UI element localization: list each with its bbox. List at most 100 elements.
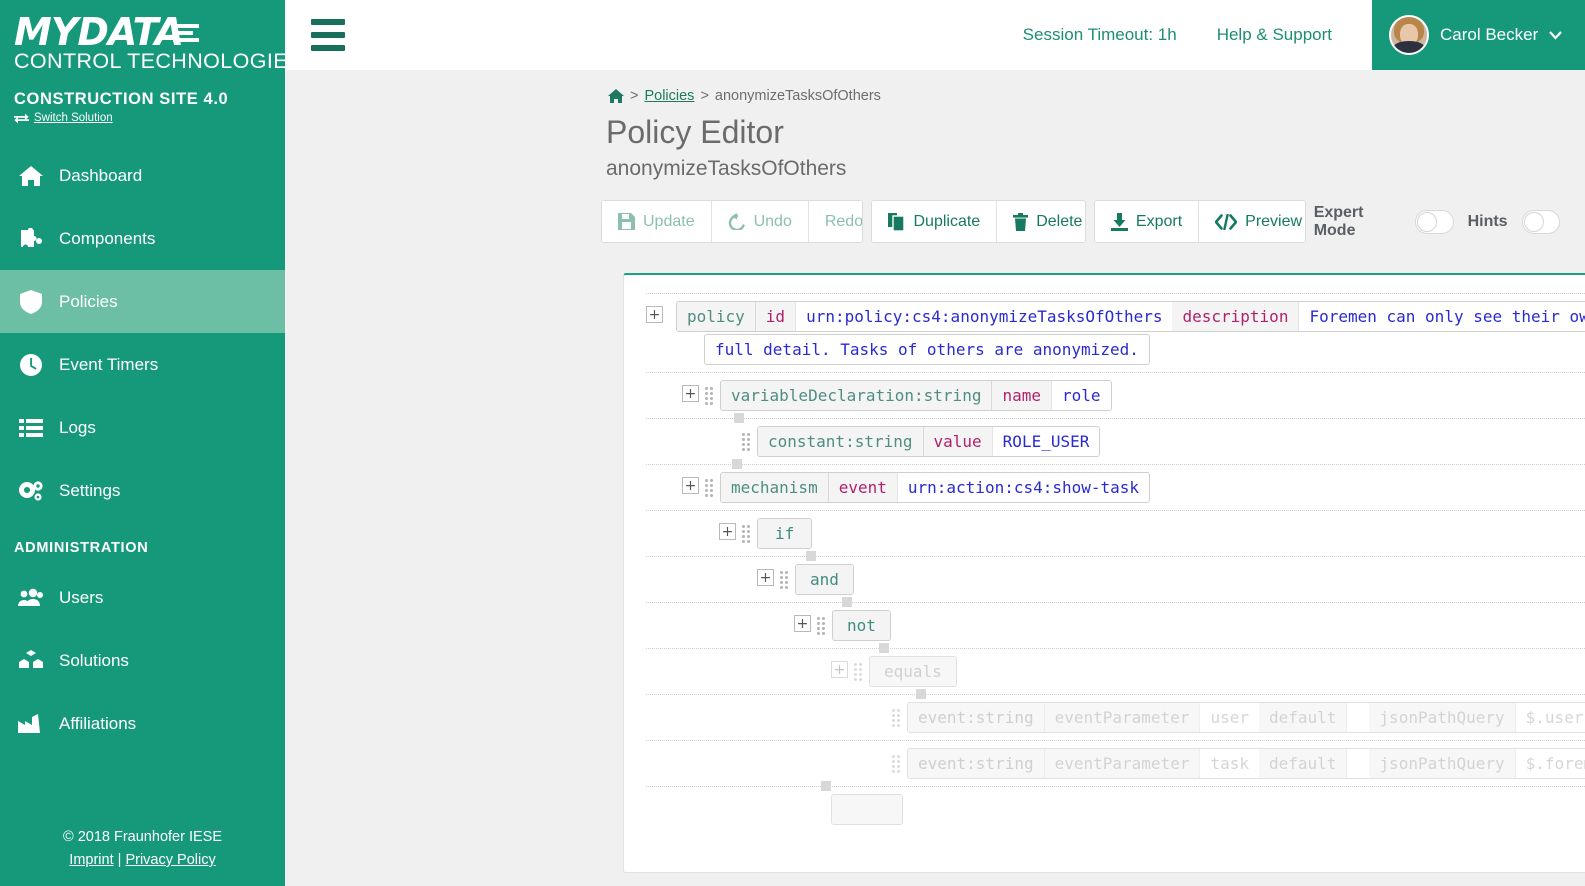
drag-handle-icon[interactable]: [705, 387, 715, 405]
token-variable-declaration[interactable]: variableDeclaration:string name role: [720, 380, 1112, 411]
breadcrumb-policies-link[interactable]: Policies: [644, 88, 694, 104]
tree-node-mechanism[interactable]: + mechanism event urn:action:cs4:show-ta…: [624, 465, 1585, 510]
update-button[interactable]: Update: [602, 201, 712, 242]
token-value-event-parameter: task: [1200, 749, 1259, 778]
expert-mode-toggle[interactable]: [1415, 209, 1454, 234]
drag-handle-icon[interactable]: [854, 663, 864, 681]
drag-handle-icon[interactable]: [892, 709, 902, 727]
help-support-link[interactable]: Help & Support: [1217, 25, 1332, 45]
tree-separator: [624, 781, 1585, 791]
hints-toggle[interactable]: [1521, 209, 1561, 234]
top-bar: Session Timeout: 1h Help & Support Carol…: [285, 0, 1585, 70]
sidebar-item-label: Event Timers: [59, 354, 159, 374]
redo-button[interactable]: Redo: [808, 201, 863, 242]
expander-icon[interactable]: +: [757, 569, 774, 586]
undo-button[interactable]: Undo: [711, 201, 809, 242]
toolbar-group-io: Export Preview: [1093, 200, 1306, 243]
token-constant[interactable]: constant:string value ROLE_USER: [757, 426, 1101, 457]
drag-handle-icon[interactable]: [892, 755, 902, 773]
tree-node-policy[interactable]: + policy id urn:policy:cs4:anonymizeTask…: [624, 294, 1585, 372]
expander-icon[interactable]: +: [831, 661, 848, 678]
home-icon[interactable]: [608, 88, 624, 104]
token-not[interactable]: not: [832, 610, 891, 641]
expander-icon[interactable]: +: [682, 385, 699, 402]
token-event-user[interactable]: event:string eventParameter user default…: [907, 702, 1585, 733]
preview-button[interactable]: Preview: [1199, 201, 1305, 242]
token-keyword: if: [758, 519, 812, 548]
expander-icon[interactable]: +: [682, 477, 699, 494]
drag-handle-icon[interactable]: [742, 525, 752, 543]
hamburger-icon[interactable]: [311, 19, 345, 51]
drag-handle-icon[interactable]: [742, 433, 752, 451]
toolbar-options: Expert Mode Hints: [1314, 204, 1585, 240]
sidebar-item-affiliations[interactable]: Affiliations: [0, 692, 285, 755]
tree-node-equals[interactable]: + equals: [624, 649, 1585, 694]
logo-bars-icon: [173, 24, 200, 42]
expander-icon[interactable]: +: [794, 615, 811, 632]
expander-icon[interactable]: +: [719, 523, 736, 540]
avatar: [1389, 15, 1429, 55]
sidebar-item-dashboard[interactable]: Dashboard: [0, 144, 285, 207]
token-if[interactable]: if: [757, 518, 813, 549]
tree-node-and[interactable]: + and: [624, 557, 1585, 602]
sidebar-item-users[interactable]: Users: [0, 566, 285, 629]
content-area: > Policies > anonymizeTasksOfOthers Poli…: [285, 70, 1585, 886]
tree-node-if[interactable]: + if: [624, 511, 1585, 556]
token-and[interactable]: and: [795, 564, 854, 595]
copy-icon: [888, 212, 906, 231]
token-attr-id: id: [755, 302, 797, 331]
expert-mode-label: Expert Mode: [1313, 203, 1364, 239]
gears-icon: [18, 479, 44, 503]
token-partial-bottom[interactable]: [831, 794, 903, 825]
brand-logo[interactable]: MYDATA CONTROL TECHNOLOGIES: [0, 0, 285, 76]
token-attr-event-parameter: eventParameter: [1044, 749, 1201, 778]
token-type: mechanism: [721, 473, 829, 502]
token-policy[interactable]: policy id urn:policy:cs4:anonymizeTasksO…: [676, 301, 1585, 332]
sidebar-item-policies[interactable]: Policies: [0, 270, 285, 333]
drag-handle-icon[interactable]: [705, 479, 715, 497]
users-icon: [18, 588, 44, 608]
duplicate-button[interactable]: Duplicate: [872, 201, 998, 242]
drag-handle-icon[interactable]: [817, 617, 827, 635]
tree-separator: [624, 510, 1585, 511]
token-value-description-wrap[interactable]: full detail. Tasks of others are anonymi…: [704, 334, 1150, 365]
sidebar-footer: © 2018 Fraunhofer IESE Imprint | Privacy…: [0, 826, 285, 872]
token-equals[interactable]: equals: [869, 656, 957, 687]
token-type: policy: [677, 302, 756, 331]
delete-button[interactable]: Delete: [997, 201, 1085, 242]
sidebar-item-event-timers[interactable]: Event Timers: [0, 333, 285, 396]
policy-editor-card: + policy id urn:policy:cs4:anonymizeTask…: [623, 273, 1585, 873]
tree-node-event-task[interactable]: event:string eventParameter task default…: [624, 741, 1585, 786]
breadcrumb-sep-2: >: [700, 88, 709, 104]
token-type: constant:string: [758, 427, 924, 456]
token-type: event:string: [908, 749, 1045, 778]
export-button[interactable]: Export: [1094, 201, 1200, 242]
save-icon: [618, 213, 635, 230]
token-keyword: not: [833, 611, 890, 640]
export-label: Export: [1135, 212, 1183, 230]
sidebar-item-logs[interactable]: Logs: [0, 396, 285, 459]
token-value-value: ROLE_USER: [992, 427, 1100, 456]
expander-icon[interactable]: +: [646, 306, 663, 323]
sidebar-item-solutions[interactable]: Solutions: [0, 629, 285, 692]
token-event-task[interactable]: event:string eventParameter task default…: [907, 748, 1585, 779]
privacy-policy-link[interactable]: Privacy Policy: [125, 852, 215, 868]
sidebar-item-settings[interactable]: Settings: [0, 459, 285, 522]
tree-node-constant[interactable]: constant:string value ROLE_USER: [624, 419, 1585, 464]
sidebar-nav: Dashboard Components Policies Event Time…: [0, 144, 285, 755]
tree-node-event-user[interactable]: event:string eventParameter user default…: [624, 695, 1585, 740]
user-menu[interactable]: Carol Becker: [1372, 0, 1585, 70]
token-type: variableDeclaration:string: [721, 381, 993, 410]
tree-node-partial-bottom[interactable]: [624, 787, 1585, 832]
drag-handle-icon[interactable]: [780, 571, 790, 589]
token-mechanism[interactable]: mechanism event urn:action:cs4:show-task: [720, 472, 1151, 503]
imprint-link[interactable]: Imprint: [69, 852, 113, 868]
sidebar-item-components[interactable]: Components: [0, 207, 285, 270]
switch-solution-link[interactable]: Switch Solution: [0, 109, 285, 124]
token-value-default: [1347, 703, 1370, 732]
cubes-icon: [18, 649, 44, 672]
tree-node-variable-declaration[interactable]: + variableDeclaration:string name role: [624, 373, 1585, 418]
tree-node-not[interactable]: + not: [624, 603, 1585, 648]
token-attr-name: name: [992, 381, 1052, 410]
session-timeout-label[interactable]: Session Timeout: 1h: [1023, 25, 1177, 45]
